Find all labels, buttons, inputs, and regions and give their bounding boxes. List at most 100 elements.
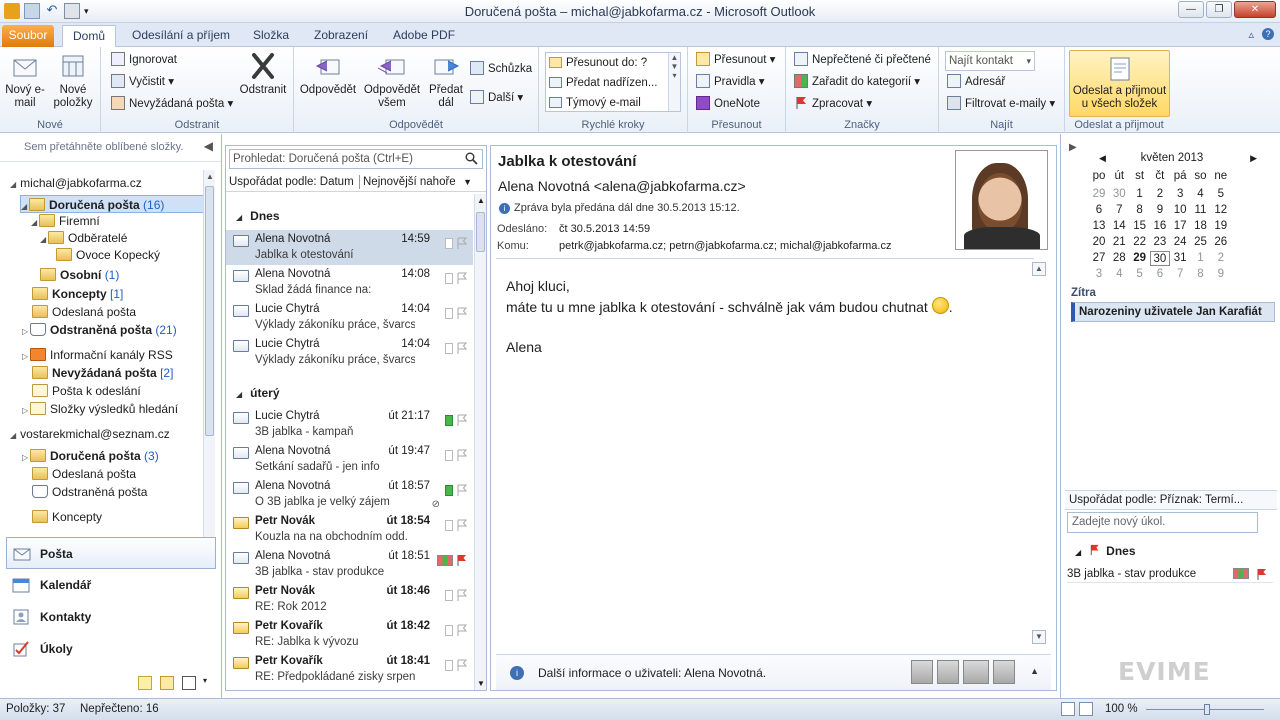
flag-outline-icon[interactable] xyxy=(456,484,467,497)
category-box[interactable] xyxy=(445,308,453,319)
calendar-day[interactable]: 3 xyxy=(1089,267,1109,282)
message-row[interactable]: Alena Novotná 14:59 Jablka k otestování xyxy=(226,230,473,265)
search-icon[interactable] xyxy=(465,152,478,165)
follow-up-button[interactable]: Zpracovat ▾ xyxy=(794,95,872,113)
calendar-day[interactable]: 26 xyxy=(1211,235,1231,250)
message-row[interactable]: Alena Novotná 14:08 Sklad žádá finance n… xyxy=(226,265,473,300)
more-respond-button[interactable]: Další ▾ xyxy=(470,89,523,107)
ignore-button[interactable]: Ignorovat xyxy=(111,51,177,69)
unread-read-button[interactable]: Nepřečtené či přečtené xyxy=(794,51,931,69)
calendar-day[interactable]: 27 xyxy=(1089,251,1109,266)
calendar-day[interactable]: 12 xyxy=(1211,203,1231,218)
arrange-by-label[interactable]: Uspořádat podle: Datum xyxy=(229,176,354,188)
quick-step-forward-manager[interactable]: Předat nadřízen... xyxy=(546,73,680,93)
calendar-day[interactable]: 5 xyxy=(1211,187,1231,202)
calendar-day[interactable]: 2 xyxy=(1211,251,1231,266)
category-box[interactable] xyxy=(445,590,453,601)
flag-outline-icon[interactable] xyxy=(456,272,467,285)
calendar-day[interactable]: 1 xyxy=(1130,187,1150,202)
flag-outline-icon[interactable] xyxy=(456,237,467,250)
message-sender[interactable]: Alena Novotná <alena@jabkofarma.cz> xyxy=(498,178,746,194)
calendar-day[interactable]: 22 xyxy=(1130,235,1150,250)
folder-inbox-2[interactable]: ▷ Doručená pošta (3) xyxy=(22,447,159,465)
flag-red-icon[interactable] xyxy=(456,554,467,567)
people-pane[interactable]: i Další informace o uživateli: Alena Nov… xyxy=(496,654,1051,690)
group-header-today[interactable]: ◢ Dnes xyxy=(226,206,473,226)
folder-sent[interactable]: Odeslaná pošta xyxy=(32,303,136,321)
minimize-button[interactable]: — xyxy=(1178,1,1204,18)
category-box[interactable] xyxy=(445,273,453,284)
tab-view[interactable]: Zobrazení xyxy=(304,25,378,47)
help-icon[interactable]: ? xyxy=(1262,28,1274,40)
task-arrange-by[interactable]: Uspořádat podle: Příznak: Termí... xyxy=(1065,490,1277,510)
flag-outline-icon[interactable] xyxy=(456,449,467,462)
calendar-day[interactable]: 9 xyxy=(1211,267,1231,282)
calendar-day[interactable]: 24 xyxy=(1170,235,1190,250)
quick-steps-scroll[interactable]: ▲ ▼ ▾ xyxy=(668,53,680,111)
calendar-day[interactable]: 25 xyxy=(1191,235,1211,250)
calendar-day[interactable]: 8 xyxy=(1191,267,1211,282)
message-row[interactable]: Alena Novotná út 19:47 Setkání sadařů - … xyxy=(226,442,473,477)
calendar-day[interactable]: 30 xyxy=(1149,251,1170,266)
category-multi[interactable] xyxy=(437,555,453,566)
module-contacts[interactable]: Kontakty xyxy=(0,601,222,633)
calendar-day[interactable]: 6 xyxy=(1150,267,1170,282)
reply-button[interactable]: Odpovědět xyxy=(298,51,358,97)
send-receive-all-button[interactable]: Odeslat a přijmout u všech složek xyxy=(1069,50,1170,117)
normal-view-icon[interactable] xyxy=(1061,702,1075,716)
expand-people-pane-icon[interactable]: ▲ xyxy=(1030,666,1039,676)
calendar-next-icon[interactable]: ▶ xyxy=(1250,153,1257,164)
calendar-day[interactable]: 8 xyxy=(1130,203,1150,218)
message-row[interactable]: Lucie Chytrá 14:04 Výklady zákoníku prác… xyxy=(226,300,473,335)
avatar[interactable] xyxy=(911,660,933,684)
calendar-day[interactable]: 5 xyxy=(1130,267,1150,282)
account-jabkofarma[interactable]: ◢ michal@jabkofarma.cz xyxy=(10,176,142,190)
folder-search-results[interactable]: ▷ Složky výsledků hledání xyxy=(22,400,178,418)
collapse-nav-icon[interactable]: ◀ xyxy=(204,139,213,153)
task-item[interactable]: 3B jablka - stav produkce xyxy=(1067,565,1273,583)
quick-step-move-to[interactable]: Přesunout do: ? xyxy=(546,53,680,73)
address-book-button[interactable]: Adresář xyxy=(947,73,1005,91)
calendar-day[interactable]: 13 xyxy=(1089,219,1109,234)
message-row[interactable]: Alena Novotná út 18:57 O 3B jablka je ve… xyxy=(226,477,473,512)
category-box[interactable] xyxy=(445,343,453,354)
folder-deleted-2[interactable]: Odstraněná pošta xyxy=(32,483,147,501)
calendar-prev-icon[interactable]: ◀ xyxy=(1099,153,1106,164)
move-button[interactable]: Přesunout ▾ xyxy=(696,51,775,69)
tab-folder[interactable]: Složka xyxy=(243,25,299,47)
folder-list-icon[interactable] xyxy=(160,676,174,690)
flag-outline-icon[interactable] xyxy=(456,414,467,427)
folder-tree-scrollbar[interactable]: ▲ ▼ xyxy=(203,170,215,562)
find-contact-input[interactable]: Najít kontakt ▾ xyxy=(945,51,1035,71)
calendar-day[interactable]: 6 xyxy=(1089,203,1109,218)
avatar[interactable] xyxy=(963,660,989,684)
calendar-day[interactable]: 4 xyxy=(1109,267,1129,282)
category-box[interactable] xyxy=(445,660,453,671)
calendar-day[interactable]: 23 xyxy=(1150,235,1170,250)
sender-photo[interactable] xyxy=(955,150,1048,250)
flag-red-icon[interactable] xyxy=(1256,568,1267,581)
folder-osobni[interactable]: Osobní (1) xyxy=(40,266,119,284)
module-calendar[interactable]: Kalendář xyxy=(0,569,222,601)
calendar-day[interactable]: 17 xyxy=(1170,219,1190,234)
category-green[interactable] xyxy=(445,485,453,496)
message-row[interactable]: Petr Novák út 18:46 RE: Rok 2012 xyxy=(226,582,473,617)
shortcuts-icon[interactable] xyxy=(182,676,196,690)
filter-email-button[interactable]: Filtrovat e-maily ▾ xyxy=(947,95,1055,113)
calendar-day[interactable]: 7 xyxy=(1170,267,1190,282)
flag-outline-icon[interactable] xyxy=(456,342,467,355)
calendar-day[interactable]: 19 xyxy=(1211,219,1231,234)
search-input[interactable]: Prohledat: Doručená pošta (Ctrl+E) xyxy=(229,149,483,169)
module-tasks[interactable]: Úkoly xyxy=(0,633,222,665)
reading-view-icon[interactable] xyxy=(1079,702,1093,716)
message-row[interactable]: Petr Kovařík út 18:41 RE: Předpokládané … xyxy=(226,652,473,687)
calendar-day[interactable]: 30 xyxy=(1109,187,1129,202)
calendar-day[interactable]: 2 xyxy=(1150,187,1170,202)
categorize-button[interactable]: Zařadit do kategorií ▾ xyxy=(794,73,920,91)
quick-step-team-email[interactable]: Týmový e-mail xyxy=(546,93,680,113)
forward-button[interactable]: Předat dál xyxy=(422,51,470,110)
message-row[interactable]: Lucie Chytrá út 21:17 3B jablka - kampaň xyxy=(226,407,473,442)
calendar-day[interactable]: 4 xyxy=(1191,187,1211,202)
delete-button[interactable]: Odstranit xyxy=(235,51,291,97)
message-row[interactable]: Alena Novotná út 18:51 3B jablka - stav … xyxy=(226,547,473,582)
